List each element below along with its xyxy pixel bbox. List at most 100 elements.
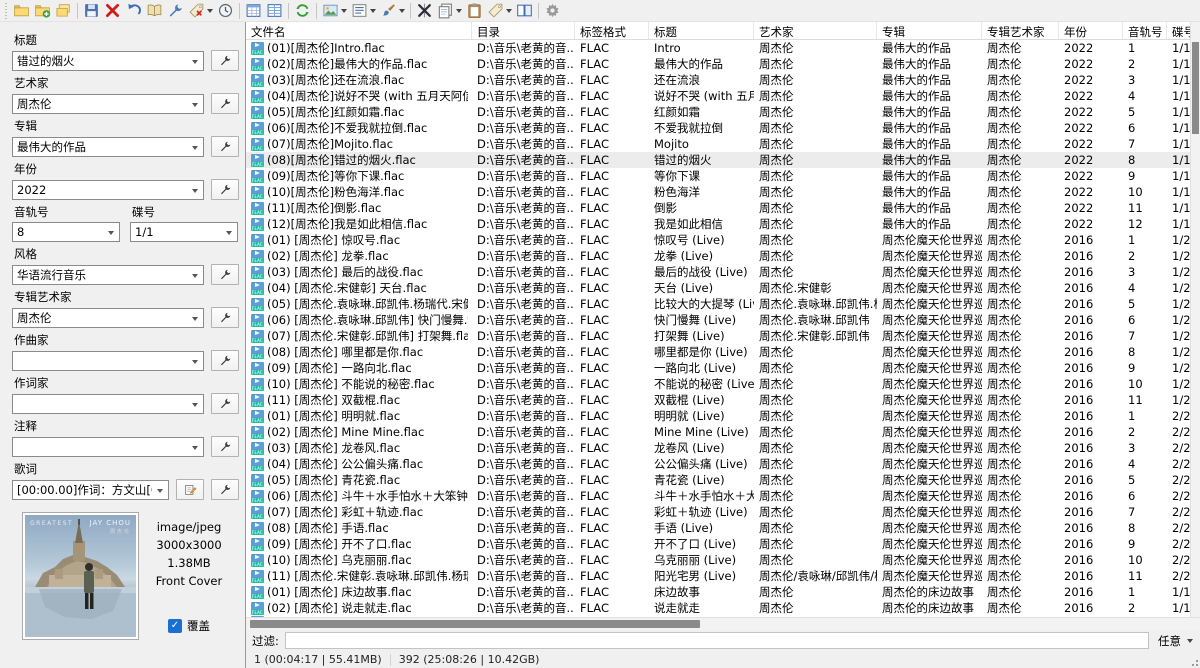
table-row[interactable]: FLAC(06) [周杰伦.袁咏琳.邱凯伟] 快门慢舞.flacD:\音乐\老黄… <box>246 312 1200 328</box>
disc-field[interactable]: 1/1 <box>130 222 238 242</box>
filter-input[interactable] <box>285 632 1149 649</box>
chevron-down-icon[interactable] <box>108 231 114 235</box>
table-row[interactable]: FLAC(10)[周杰伦]粉色海洋.flacD:\音乐\老黄的音...FLAC粉… <box>246 184 1200 200</box>
column-header-1[interactable]: 文件名 <box>246 22 472 39</box>
table-row[interactable]: FLAC(02) [周杰伦] 龙拳.flacD:\音乐\老黄的音...FLAC龙… <box>246 248 1200 264</box>
chevron-down-icon[interactable] <box>192 189 198 193</box>
filter-scope-dropdown[interactable]: 任意 <box>1155 633 1196 649</box>
column-header-2[interactable]: 目录 <box>472 22 575 39</box>
album-field[interactable]: 最伟大的作品 <box>12 137 204 157</box>
chevron-down-icon[interactable] <box>192 317 198 321</box>
chevron-down-icon[interactable] <box>370 9 376 13</box>
table-row[interactable]: FLAC(01)[周杰伦]Intro.flacD:\音乐\老黄的音...FLAC… <box>246 40 1200 56</box>
table-row[interactable]: FLAC(09)[周杰伦]等你下课.flacD:\音乐\老黄的音...FLAC等… <box>246 168 1200 184</box>
history-button[interactable] <box>215 1 236 21</box>
artist-field[interactable]: 周杰伦 <box>12 94 204 114</box>
table-row[interactable]: FLAC(02) [周杰伦] Mine Mine.flacD:\音乐\老黄的音.… <box>246 424 1200 440</box>
chevron-down-icon[interactable] <box>192 360 198 364</box>
table-row[interactable]: FLAC(06)[周杰伦]不爱我就拉倒.flacD:\音乐\老黄的音...FLA… <box>246 120 1200 136</box>
lyrics-wrench-button[interactable] <box>211 479 239 500</box>
chevron-down-icon[interactable] <box>192 274 198 278</box>
chevron-down-icon[interactable] <box>192 103 198 107</box>
comment-wrench-button[interactable] <box>211 436 239 457</box>
chevron-down-icon[interactable] <box>192 60 198 64</box>
toolbar-grip[interactable] <box>4 3 9 19</box>
track-field[interactable]: 8 <box>12 222 120 242</box>
table-row[interactable]: FLAC(10) [周杰伦] 不能说的秘密.flacD:\音乐\老黄的音...F… <box>246 376 1200 392</box>
table-row[interactable]: FLAC(04) [周杰伦.宋健彰] 天台.flacD:\音乐\老黄的音...F… <box>246 280 1200 296</box>
table-row[interactable]: FLAC(07)[周杰伦]Mojito.flacD:\音乐\老黄的音...FLA… <box>246 136 1200 152</box>
table-row[interactable]: FLAC(06) [周杰伦] 斗牛＋水手怕水＋大笨钟.flacD:\音乐\老黄的… <box>246 488 1200 504</box>
table-row[interactable]: FLAC(08) [周杰伦] 哪里都是你.flacD:\音乐\老黄的音...FL… <box>246 344 1200 360</box>
table-row[interactable]: FLAC(05)[周杰伦]红颜如霜.flacD:\音乐\老黄的音...FLAC红… <box>246 104 1200 120</box>
table-row[interactable]: FLAC(10) [周杰伦] 乌克丽丽.flacD:\音乐\老黄的音...FLA… <box>246 552 1200 568</box>
chevron-down-icon[interactable] <box>456 9 462 13</box>
chevron-down-icon[interactable] <box>192 446 198 450</box>
album-cover-art[interactable]: GREATEST JAY CHOU 周杰伦 <box>22 512 139 640</box>
refresh-button[interactable] <box>292 1 313 21</box>
table-row[interactable]: FLAC(09) [周杰伦] 开不了口.flacD:\音乐\老黄的音...FLA… <box>246 536 1200 552</box>
remove-fields-button[interactable] <box>485 1 514 21</box>
table-row[interactable]: FLAC(01) [周杰伦] 惊叹号.flacD:\音乐\老黄的音...FLAC… <box>246 232 1200 248</box>
table-row[interactable]: FLAC(08)[周杰伦]错过的烟火.flacD:\音乐\老黄的音...FLAC… <box>246 152 1200 168</box>
chevron-down-icon[interactable] <box>341 9 347 13</box>
table-row[interactable]: FLAC(04)[周杰伦]说好不哭 (with 五月天阿信).flacD:\音乐… <box>246 88 1200 104</box>
undo-button[interactable] <box>123 1 144 21</box>
table-row[interactable]: FLAC(02)[周杰伦]最伟大的作品.flacD:\音乐\老黄的音...FLA… <box>246 56 1200 72</box>
table-row[interactable]: FLAC(02) [周杰伦] 说走就走.flacD:\音乐\老黄的音...FLA… <box>246 600 1200 616</box>
year-wrench-button[interactable] <box>211 179 239 200</box>
column-header-9[interactable]: 音轨号 <box>1123 22 1167 39</box>
save-tag-button[interactable] <box>81 1 102 21</box>
title-wrench-button[interactable] <box>211 50 239 71</box>
paste-tag-button[interactable] <box>464 1 485 21</box>
genre-field[interactable]: 华语流行音乐 <box>12 265 204 285</box>
library-button[interactable] <box>144 1 165 21</box>
overwrite-checkbox[interactable]: ✓ <box>168 619 182 633</box>
comment-field[interactable] <box>12 437 204 457</box>
genre-wrench-button[interactable] <box>211 264 239 285</box>
hscroll-thumb[interactable] <box>250 620 700 628</box>
table-row[interactable]: FLAC(03) [周杰伦] 龙卷风.flacD:\音乐\老黄的音...FLAC… <box>246 440 1200 456</box>
table-row[interactable]: FLAC(01) [周杰伦] 床边故事.flacD:\音乐\老黄的音...FLA… <box>246 584 1200 600</box>
lyricist-wrench-button[interactable] <box>211 393 239 414</box>
wrench-button[interactable] <box>165 1 186 21</box>
column-header-8[interactable]: 年份 <box>1059 22 1123 39</box>
column-header-10[interactable]: 碟号 <box>1167 22 1191 39</box>
copy-tag-button[interactable] <box>435 1 464 21</box>
column-header-3[interactable]: 标签格式 <box>575 22 649 39</box>
compare-button[interactable] <box>514 1 535 21</box>
chevron-down-icon[interactable] <box>157 489 163 493</box>
table-row[interactable]: FLAC(07) [周杰伦] 彩虹＋轨迹.flacD:\音乐\老黄的音...FL… <box>246 504 1200 520</box>
table-row[interactable]: FLAC(05) [周杰伦.袁咏琳.邱凯伟.杨瑞代.宋健彰] 比...D:\音乐… <box>246 296 1200 312</box>
grid-view-button[interactable] <box>243 1 264 21</box>
lyricist-field[interactable] <box>12 394 204 414</box>
title-field[interactable]: 错过的烟火 <box>12 51 204 71</box>
field-list-button[interactable] <box>349 1 378 21</box>
table-row[interactable]: FLAC(01) [周杰伦] 明明就.flacD:\音乐\老黄的音...FLAC… <box>246 408 1200 424</box>
albumartist-wrench-button[interactable] <box>211 307 239 328</box>
table-row[interactable]: FLAC(07) [周杰伦.宋健彰.邱凯伟] 打架舞.flacD:\音乐\老黄的… <box>246 328 1200 344</box>
chevron-down-icon[interactable] <box>506 9 512 13</box>
actions-button[interactable] <box>414 1 435 21</box>
lyrics-field[interactable]: [00:00.00]作词：方文山[00:01.00]作 <box>12 480 169 500</box>
add-folder-button[interactable] <box>32 1 53 21</box>
table-row[interactable]: FLAC(05) [周杰伦] 青花瓷.flacD:\音乐\老黄的音...FLAC… <box>246 472 1200 488</box>
table-row[interactable]: FLAC(03)[周杰伦]还在流浪.flacD:\音乐\老黄的音...FLAC还… <box>246 72 1200 88</box>
table-row[interactable]: FLAC(11) [周杰伦] 双截棍.flacD:\音乐\老黄的音...FLAC… <box>246 392 1200 408</box>
column-header-6[interactable]: 专辑 <box>877 22 982 39</box>
edit-lyrics-button[interactable] <box>176 479 204 500</box>
cover-art-button[interactable] <box>320 1 349 21</box>
horizontal-scrollbar[interactable] <box>246 617 1200 630</box>
column-header-4[interactable]: 标题 <box>649 22 754 39</box>
album-wrench-button[interactable] <box>211 136 239 157</box>
open-folder-button[interactable] <box>11 1 32 21</box>
customize-button[interactable] <box>378 1 407 21</box>
composer-field[interactable] <box>12 351 204 371</box>
vertical-scrollbar[interactable] <box>1190 22 1200 617</box>
table-row[interactable]: FLAC(09) [周杰伦] 一路向北.flacD:\音乐\老黄的音...FLA… <box>246 360 1200 376</box>
delete-button[interactable] <box>102 1 123 21</box>
chevron-down-icon[interactable] <box>226 231 232 235</box>
chevron-down-icon[interactable] <box>192 403 198 407</box>
year-field[interactable]: 2022 <box>12 180 204 200</box>
table-row[interactable]: FLAC(08) [周杰伦] 手语.flacD:\音乐\老黄的音...FLAC手… <box>246 520 1200 536</box>
